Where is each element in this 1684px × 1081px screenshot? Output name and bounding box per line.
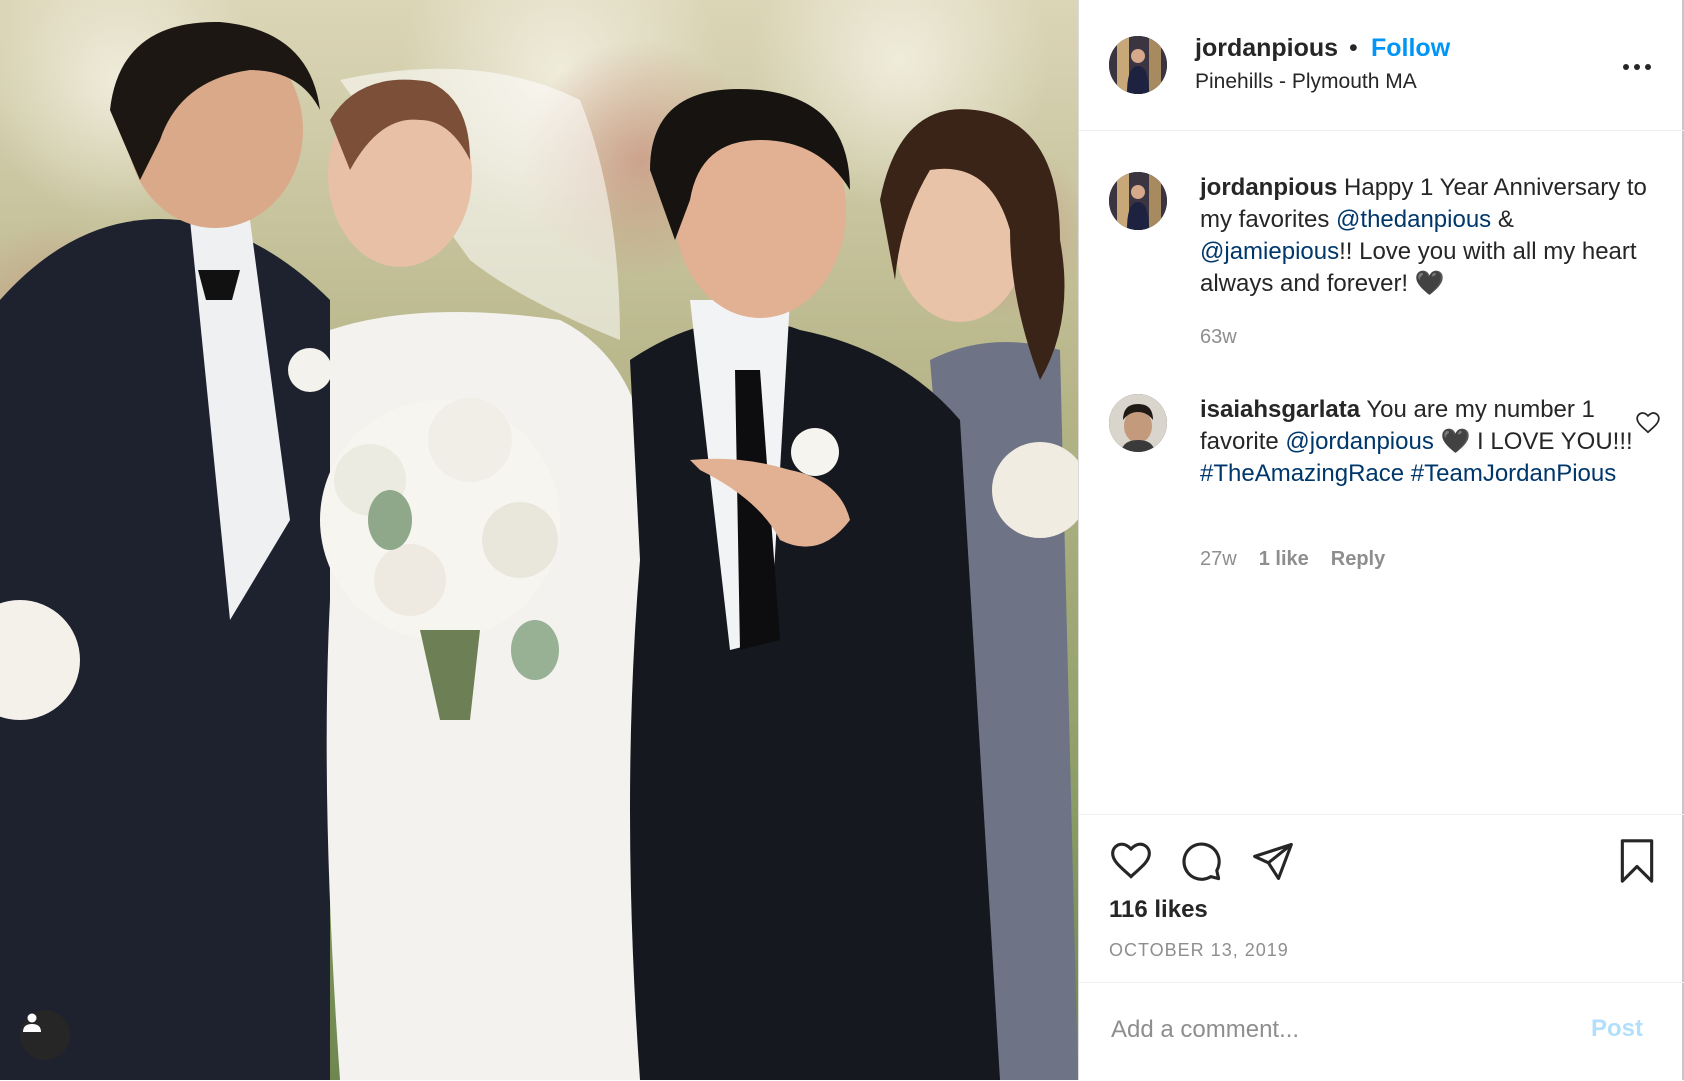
comment-input[interactable]: [1109, 1009, 1583, 1051]
comment-timestamp[interactable]: 27w: [1200, 548, 1237, 571]
more-options-button[interactable]: [1617, 55, 1657, 79]
add-comment-bar: Post: [1079, 982, 1684, 1081]
more-horizontal-icon: [1623, 64, 1629, 70]
commenter-username[interactable]: isaiahsgarlata: [1200, 396, 1360, 423]
paper-plane-icon[interactable]: [1251, 839, 1295, 883]
post-comment-button[interactable]: Post: [1591, 1015, 1643, 1043]
tagged-users-button[interactable]: [20, 1010, 70, 1060]
mention-link[interactable]: @jamiepious: [1200, 238, 1339, 265]
hashtag-link[interactable]: #TeamJordanPious: [1411, 460, 1616, 487]
caption-timestamp[interactable]: 63w: [1200, 326, 1237, 349]
post-date[interactable]: OCTOBER 13, 2019: [1109, 940, 1289, 961]
post-photo[interactable]: [0, 0, 1078, 1080]
location-link[interactable]: Pinehills - Plymouth MA: [1195, 70, 1417, 94]
comment-bubble-icon[interactable]: [1179, 839, 1223, 883]
caption-text: &: [1491, 206, 1514, 233]
author-username[interactable]: jordanpious: [1195, 34, 1338, 63]
post-side-panel: jordanpious • Follow Pinehills - Plymout…: [1078, 0, 1684, 1080]
header-separator: •: [1349, 34, 1358, 62]
likes-count[interactable]: 116 likes: [1109, 896, 1208, 924]
user-tag-icon: [23, 1013, 41, 1032]
mention-link[interactable]: @thedanpious: [1336, 206, 1491, 233]
mention-link[interactable]: @jordanpious: [1285, 428, 1433, 455]
caption-username[interactable]: jordanpious: [1200, 174, 1337, 201]
hashtag-link[interactable]: #TheAmazingRace: [1200, 460, 1404, 487]
wedding-photo-image: [0, 0, 1078, 1080]
follow-button[interactable]: Follow: [1371, 34, 1450, 63]
bookmark-icon[interactable]: [1615, 837, 1659, 885]
reply-button[interactable]: Reply: [1331, 548, 1385, 571]
post-header: jordanpious • Follow Pinehills - Plymout…: [1079, 0, 1684, 131]
comment-likes-count[interactable]: 1 like: [1259, 548, 1309, 571]
comment-text: 🖤 I LOVE YOU!!!: [1433, 428, 1633, 455]
commenter-avatar[interactable]: [1109, 394, 1167, 452]
caption: jordanpious Happy 1 Year Anniversary to …: [1200, 172, 1650, 300]
caption-meta: 63w: [1200, 326, 1237, 349]
author-avatar[interactable]: [1109, 36, 1167, 94]
heart-icon[interactable]: [1109, 839, 1153, 883]
comment-item: isaiahsgarlata You are my number 1 favor…: [1200, 394, 1650, 490]
comment-heart-icon[interactable]: [1635, 410, 1661, 436]
caption-avatar[interactable]: [1109, 172, 1167, 230]
comment-meta: 27w 1 like Reply: [1200, 548, 1385, 571]
